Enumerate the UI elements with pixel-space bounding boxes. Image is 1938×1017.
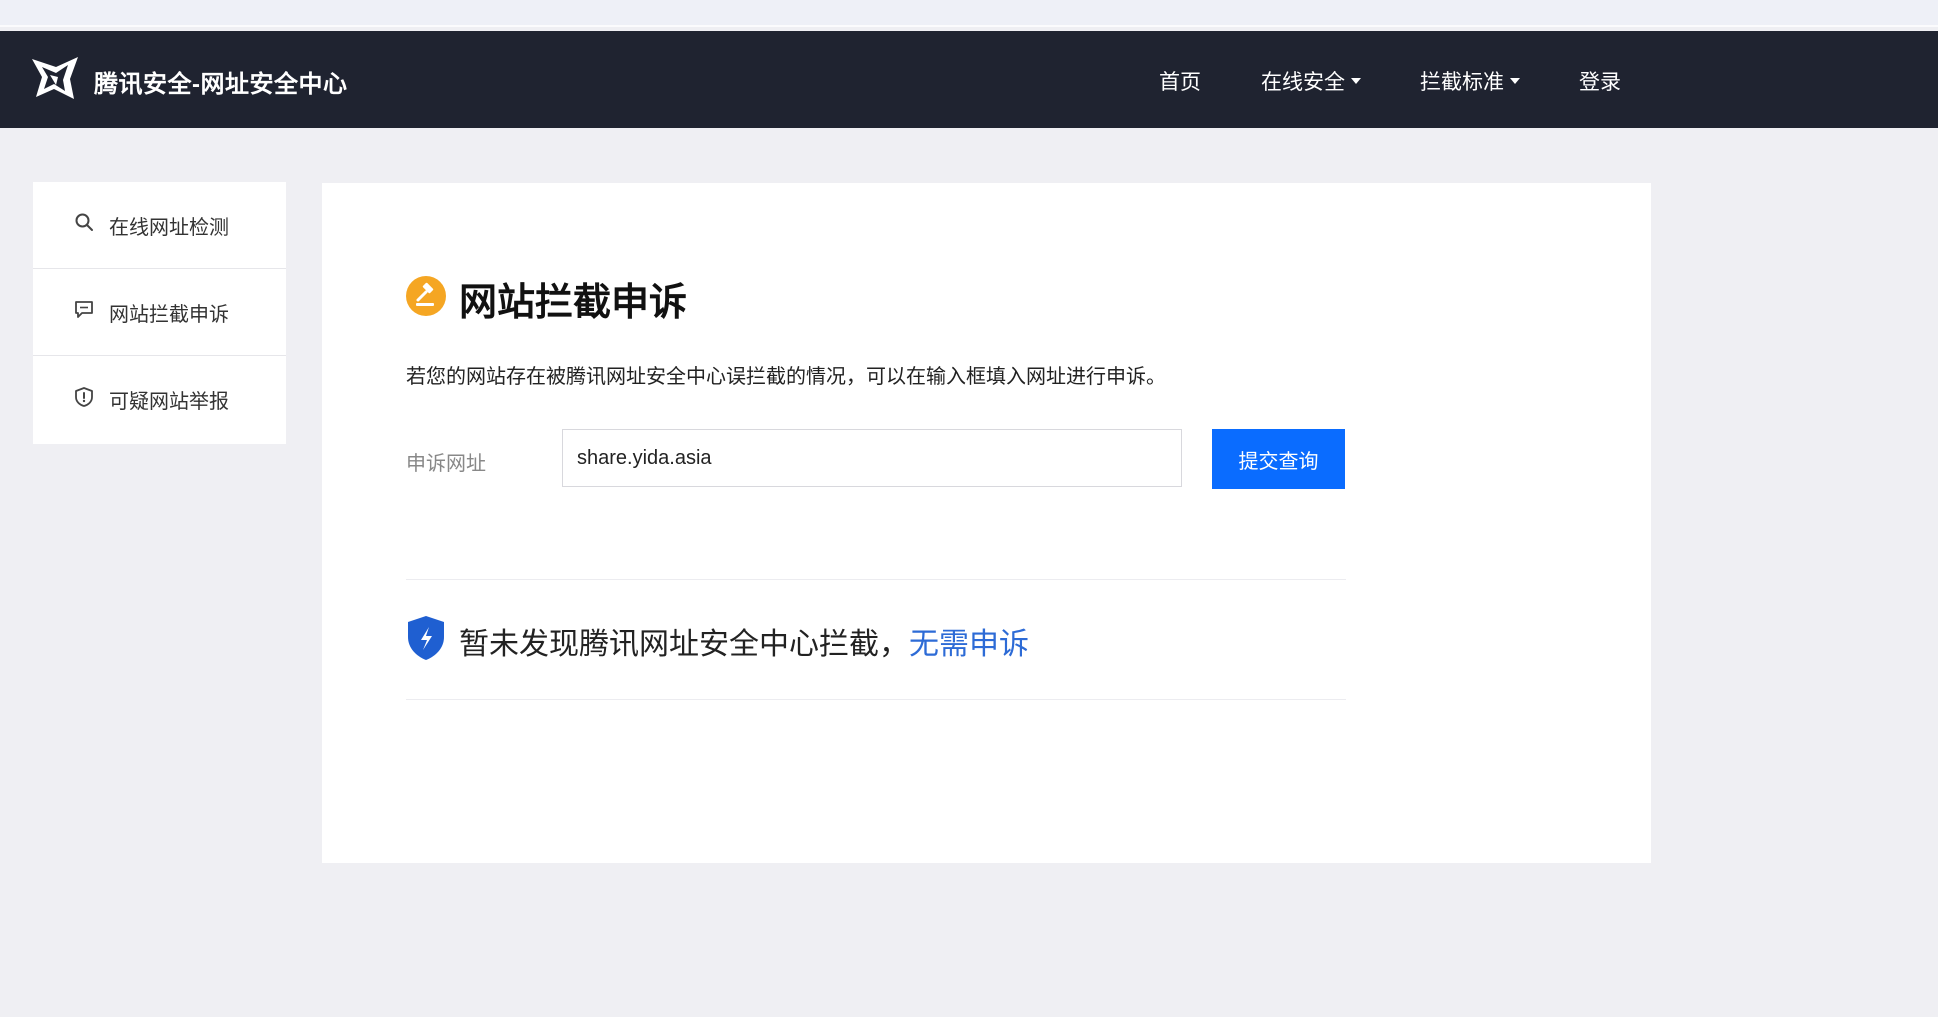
shield-alert-icon <box>73 386 109 414</box>
no-appeal-needed-link[interactable]: 无需申诉 <box>909 619 1029 663</box>
result-message: 暂未发现腾讯网址安全中心拦截， 无需申诉 <box>406 615 1029 666</box>
page-title-row: 网站拦截申诉 <box>406 271 687 326</box>
message-icon <box>73 298 109 326</box>
result-divider-top <box>406 579 1346 580</box>
appeal-url-input[interactable] <box>562 429 1182 487</box>
chevron-down-icon <box>1510 78 1520 84</box>
sidebar-item-report[interactable]: 可疑网站举报 <box>33 356 286 443</box>
page-title: 网站拦截申诉 <box>459 282 688 324</box>
site-title: 腾讯安全-网址安全中心 <box>94 71 348 98</box>
sidebar-item-appeal[interactable]: 网站拦截申诉 <box>33 269 286 356</box>
nav-online-security[interactable]: 在线安全 <box>1261 66 1361 96</box>
top-navbar: 腾讯安全-网址安全中心 首页 在线安全 拦截标准 登录 <box>0 31 1938 128</box>
result-text: 暂未发现腾讯网址安全中心拦截， <box>459 627 909 661</box>
nav-login-label: 登录 <box>1579 71 1621 94</box>
gavel-icon <box>406 276 446 321</box>
search-icon <box>73 211 109 239</box>
url-field-label: 申诉网址 <box>406 453 486 475</box>
nav-block-standard-label: 拦截标准 <box>1420 71 1504 94</box>
nav-home[interactable]: 首页 <box>1159 66 1201 96</box>
site-logo[interactable]: 腾讯安全-网址安全中心 <box>30 53 348 110</box>
sidebar-item-label: 可疑网站举报 <box>109 391 229 413</box>
sidebar: 在线网址检测 网站拦截申诉 可疑网站举报 <box>33 182 286 444</box>
appeal-card: 网站拦截申诉 若您的网站存在被腾讯网址安全中心误拦截的情况，可以在输入框填入网址… <box>322 183 1651 863</box>
nav-login[interactable]: 登录 <box>1579 66 1621 96</box>
sidebar-item-label: 网站拦截申诉 <box>109 303 229 326</box>
strip-divider <box>0 25 1938 27</box>
nav-home-label: 首页 <box>1159 71 1201 94</box>
tencent-security-logo-icon <box>30 53 80 110</box>
browser-top-strip <box>0 0 1938 27</box>
chevron-down-icon <box>1351 78 1361 84</box>
sidebar-item-url-check[interactable]: 在线网址检测 <box>33 182 286 269</box>
submit-query-button[interactable]: 提交查询 <box>1212 429 1345 489</box>
nav-block-standard[interactable]: 拦截标准 <box>1420 66 1520 96</box>
nav-online-security-label: 在线安全 <box>1261 71 1345 94</box>
result-divider-bottom <box>406 699 1346 700</box>
shield-check-icon <box>406 615 446 666</box>
page-description: 若您的网站存在被腾讯网址安全中心误拦截的情况，可以在输入框填入网址进行申诉。 <box>406 366 1166 388</box>
sidebar-item-label: 在线网址检测 <box>109 216 229 239</box>
